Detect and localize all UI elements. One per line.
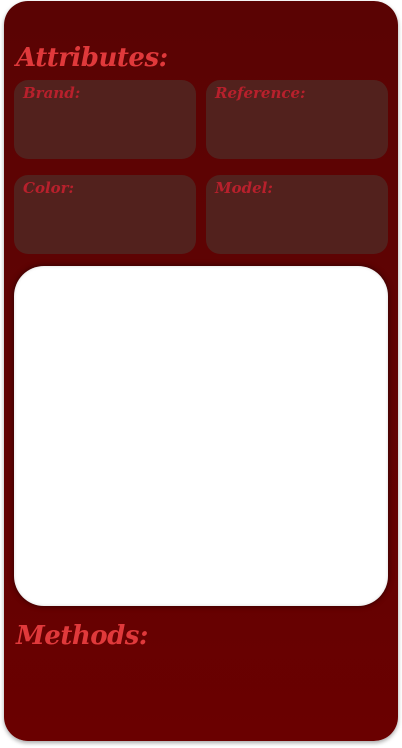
brand-label: Brand: xyxy=(23,84,81,102)
color-field[interactable]: Color: xyxy=(14,175,196,254)
model-field[interactable]: Model: xyxy=(206,175,388,254)
object-card: Attributes: Brand: Reference: Color: Mod… xyxy=(4,1,398,741)
model-label: Model: xyxy=(215,179,273,197)
brand-field[interactable]: Brand: xyxy=(14,80,196,159)
reference-label: Reference: xyxy=(215,84,306,102)
reference-field[interactable]: Reference: xyxy=(206,80,388,159)
color-label: Color: xyxy=(23,179,75,197)
image-panel xyxy=(14,266,388,606)
methods-heading: Methods: xyxy=(16,621,149,651)
attributes-heading: Attributes: xyxy=(16,43,168,73)
